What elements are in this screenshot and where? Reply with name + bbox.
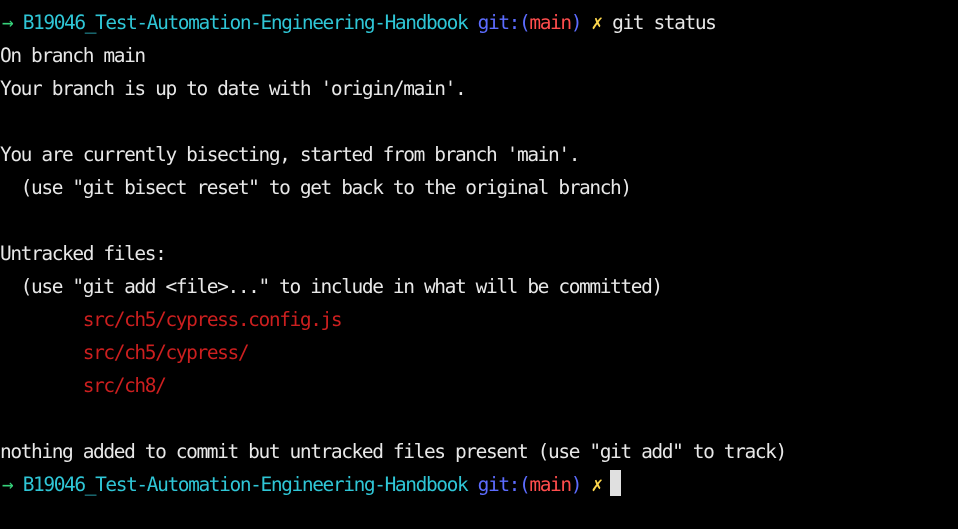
untracked-file-path: src/ch5/cypress/: [82, 341, 250, 364]
prompt-directory: B19046_Test-Automation-Engineering-Handb…: [22, 473, 469, 496]
untracked-file-path: src/ch5/cypress.config.js: [82, 308, 343, 331]
prompt-line-2[interactable]: → B19046_Test-Automation-Engineering-Han…: [0, 468, 958, 501]
untracked-file-item: src/ch5/cypress/: [0, 336, 958, 369]
output-up-to-date: Your branch is up to date with 'origin/m…: [0, 77, 467, 100]
prompt-git-label: git:(: [477, 11, 531, 34]
prompt-git-close: ): [570, 473, 583, 496]
prompt-arrow-icon: →: [2, 473, 14, 496]
output-bisect-hint: (use "git bisect reset" to get back to t…: [0, 176, 632, 199]
output-summary: nothing added to commit but untracked fi…: [0, 440, 787, 463]
terminal-window[interactable]: → B19046_Test-Automation-Engineering-Han…: [0, 0, 958, 529]
prompt-git-close: ): [570, 11, 583, 34]
text-cursor[interactable]: [609, 470, 621, 496]
prompt-git-label: git:(: [477, 473, 531, 496]
untracked-file-path: src/ch8/: [82, 374, 167, 397]
prompt-line-1: → B19046_Test-Automation-Engineering-Han…: [0, 6, 958, 39]
output-bisecting: You are currently bisecting, started fro…: [0, 143, 580, 166]
typed-command: git status: [612, 11, 717, 34]
prompt-arrow-icon: →: [2, 11, 14, 34]
output-untracked-hint: (use "git add <file>..." to include in w…: [0, 275, 663, 298]
output-on-branch: On branch main: [0, 44, 146, 67]
prompt-dirty-icon: ✗: [591, 473, 603, 496]
prompt-branch: main: [529, 11, 572, 34]
prompt-dirty-icon: ✗: [591, 11, 603, 34]
output-untracked-header: Untracked files:: [0, 242, 167, 265]
untracked-file-item: src/ch5/cypress.config.js: [0, 303, 958, 336]
prompt-branch: main: [529, 473, 572, 496]
prompt-directory: B19046_Test-Automation-Engineering-Handb…: [22, 11, 469, 34]
untracked-file-item: src/ch8/: [0, 369, 958, 402]
